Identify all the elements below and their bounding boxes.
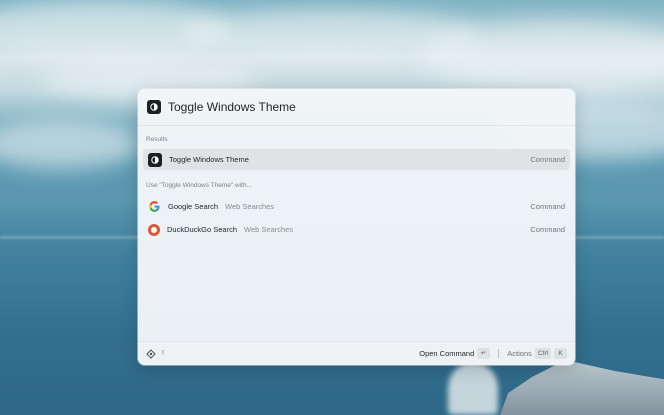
result-type: Command bbox=[530, 155, 565, 164]
fallback-subtitle: Web Searches bbox=[225, 202, 275, 211]
fallback-type: Command bbox=[530, 225, 565, 234]
fallback-subtitle: Web Searches bbox=[244, 225, 294, 234]
ctrl-key-hint: Ctrl bbox=[534, 348, 551, 359]
duckduckgo-icon bbox=[148, 223, 160, 236]
search-bar bbox=[138, 89, 575, 126]
fallback-google-search[interactable]: Google Search Web Searches Command bbox=[143, 196, 570, 217]
fallback-type: Command bbox=[530, 202, 565, 211]
open-command-button[interactable]: Open Command bbox=[419, 349, 474, 358]
google-icon bbox=[148, 200, 161, 213]
extension-icon[interactable] bbox=[146, 348, 156, 359]
action-bar: ! Open Command ↵ Actions Ctrl K bbox=[138, 341, 575, 365]
fallback-section-label: Use "Toggle Windows Theme" with... bbox=[146, 182, 253, 189]
fallback-duckduckgo-search[interactable]: DuckDuckGo Search Web Searches Command bbox=[143, 219, 570, 240]
fallback-title: DuckDuckGo Search bbox=[167, 225, 238, 234]
footer-hint: ! bbox=[162, 350, 164, 357]
result-toggle-windows-theme[interactable]: Toggle Windows Theme Command bbox=[143, 149, 570, 170]
theme-toggle-icon bbox=[147, 100, 161, 114]
k-key-hint: K bbox=[554, 348, 567, 359]
enter-key-hint: ↵ bbox=[477, 348, 491, 359]
result-title: Toggle Windows Theme bbox=[169, 155, 249, 164]
results-section-label: Results bbox=[146, 136, 168, 143]
theme-toggle-icon bbox=[148, 152, 162, 167]
search-input[interactable] bbox=[168, 100, 548, 114]
command-palette: Results Toggle Windows Theme Command Use… bbox=[138, 89, 575, 365]
actions-button[interactable]: Actions bbox=[507, 349, 532, 358]
footer-divider bbox=[498, 349, 500, 358]
fallback-title: Google Search bbox=[168, 202, 219, 211]
